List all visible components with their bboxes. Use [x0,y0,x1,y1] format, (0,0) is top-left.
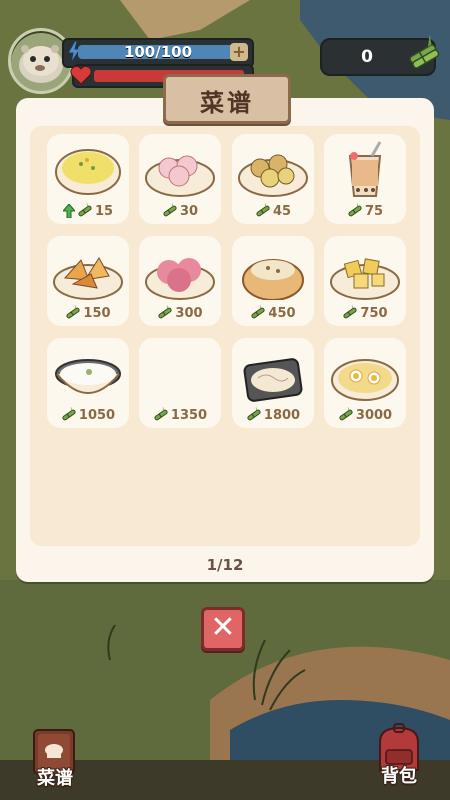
recipe-nav-button[interactable]: 菜谱 [20,724,90,794]
bamboo-icon [158,305,173,319]
rice-bowl-icon [55,359,121,394]
bamboo-bundle-icon [409,34,440,69]
close-button[interactable]: ✕ [201,607,245,651]
recipe-price-value: 45 [272,203,292,219]
recipe-price: 1050 [47,406,129,424]
recipe-price: 1350 [139,406,221,424]
recipe-price: 750 [324,304,406,322]
recipe-card[interactable]: 450 [232,236,314,326]
noodle-plate-icon [243,358,303,402]
bamboo-icon [256,203,270,217]
bamboo-icon [343,305,358,319]
recipe-card[interactable]: 15 [47,134,129,224]
recipe-price-value: 1350 [170,407,208,423]
corn-soup-icon [55,149,121,195]
recipe-card[interactable]: 45 [232,134,314,224]
bamboo-icon [78,203,92,217]
recipe-price: 30 [139,202,221,220]
bamboo-currency: 0 [320,34,440,76]
empty-dish-slot [143,342,217,402]
recipe-card[interactable]: 750 [324,236,406,326]
recipe-price-value: 1050 [78,407,116,423]
fried-tofu-platter-icon [330,258,400,300]
recipe-price: 450 [232,304,314,322]
recipe-card[interactable]: 1050 [47,338,129,428]
bag-nav-label: 背包 [381,766,417,787]
bamboo-icon [348,203,362,217]
bamboo-icon [154,407,168,421]
recipe-card[interactable]: 3000 [324,338,406,428]
recipe-card[interactable]: 300 [139,236,221,326]
recipe-price: 3000 [324,406,406,424]
recipe-price-value: 450 [268,305,296,321]
recipe-card[interactable]: 1800 [232,338,314,428]
potato-dumplings-icon [238,154,308,197]
bamboo-icon [247,407,261,421]
page-indicator: 1/12 [206,556,244,574]
close-icon: ✕ [210,610,236,645]
recipe-price-value: 1800 [263,407,301,423]
add-energy-button[interactable]: + [230,43,248,61]
bamboo-icon [62,407,76,421]
recipe-price: 45 [232,202,314,220]
recipe-nav-label: 菜谱 [37,768,73,789]
upgrade-arrow-icon [62,204,75,218]
recipe-price: 75 [324,202,406,220]
modal-title-plate: 菜谱 [163,74,291,124]
recipe-price: 150 [47,304,129,322]
recipe-price-value: 300 [175,305,203,321]
lotus-root-slices-icon [145,155,215,197]
recipe-card[interactable]: 30 [139,134,221,224]
recipe-price: 300 [139,304,221,322]
bamboo-icon [66,305,81,319]
bamboo-icon [339,407,353,421]
egg-noodle-soup-icon [331,359,399,401]
recipe-price: 15 [47,202,129,220]
recipe-card[interactable]: 1350 [139,338,221,428]
recipe-price: 1800 [232,406,314,424]
modal-title: 菜谱 [200,89,254,117]
recipe-price-value: 30 [179,203,199,219]
recipe-price-value: 75 [364,203,384,219]
bread-bowl-soup-icon [242,259,304,300]
recipe-price-value: 750 [360,305,388,321]
bag-nav-button[interactable]: 背包 [364,722,434,792]
energy-value: 100/100 [123,43,193,61]
bamboo-icon [163,203,177,217]
recipe-card[interactable]: 75 [324,134,406,224]
recipe-card[interactable]: 150 [47,236,129,326]
pink-meat-cakes-icon [145,258,215,300]
recipe-price-value: 150 [83,305,111,321]
currency-value: 0 [361,47,373,67]
recipe-price-value: 3000 [355,407,393,423]
recipe-price-value: 15 [94,203,114,219]
bamboo-icon [251,305,266,319]
roasted-sweet-potato-icon [53,257,123,300]
heart-icon [70,65,92,85]
bubble-tea-icon [348,141,382,197]
